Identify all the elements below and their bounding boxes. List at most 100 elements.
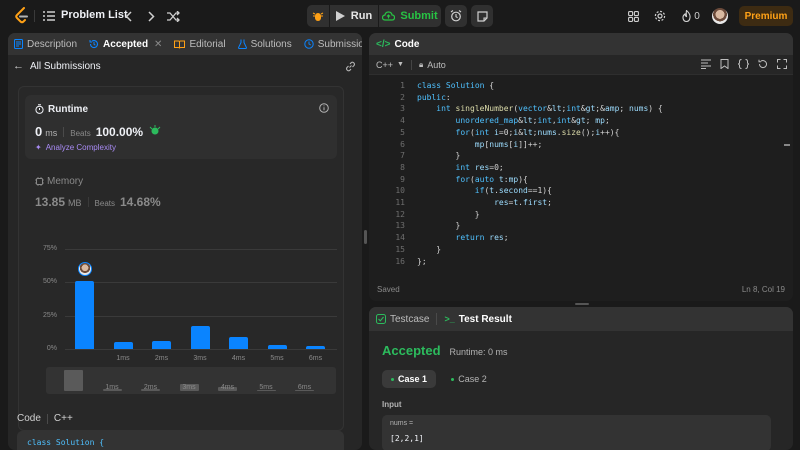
runtime-card[interactable]: Runtime 0 ms Beats 100.00% ✦ Analyze Com…: [25, 95, 337, 159]
x-tick-label: 5ms: [270, 355, 284, 362]
distribution-bar[interactable]: [75, 281, 94, 349]
memory-value: 13.85: [35, 195, 66, 209]
distribution-bar[interactable]: [190, 326, 210, 349]
code-line[interactable]: 15 }: [369, 245, 441, 257]
gear-icon[interactable]: [653, 9, 667, 23]
language-select[interactable]: C++ ▼: [376, 60, 404, 70]
case-1-button[interactable]: Case 1: [382, 370, 436, 388]
close-icon[interactable]: ✕: [154, 39, 162, 50]
code-line[interactable]: 2 public:: [369, 93, 451, 105]
result-tab-bar: Testcase >_ Test Result: [369, 307, 793, 331]
tab-description[interactable]: Description: [8, 39, 83, 50]
avatar[interactable]: [712, 8, 728, 24]
layout-grid-icon[interactable]: [627, 10, 639, 22]
bookmark-icon[interactable]: [720, 59, 729, 69]
mini-tick-label: 3ms: [182, 384, 196, 391]
flame-icon: [682, 10, 691, 22]
chevron-right-icon[interactable]: [145, 9, 157, 23]
tab-solutions[interactable]: Solutions: [232, 39, 298, 50]
run-button[interactable]: Run: [330, 5, 378, 27]
tab-label: Description: [27, 38, 78, 50]
code-line[interactable]: 8 int res=0;: [369, 163, 504, 175]
tab-test-result[interactable]: >_ Test Result: [444, 314, 511, 325]
code-text: if(t.second==1){: [474, 186, 552, 196]
code-line[interactable]: 9 for(auto t:mp){: [369, 175, 528, 187]
info-icon[interactable]: [319, 103, 329, 113]
premium-button[interactable]: Premium: [739, 6, 793, 26]
code-brackets-icon: </>: [376, 38, 391, 50]
code-text: }: [417, 244, 442, 254]
mode-label[interactable]: Auto: [427, 60, 446, 70]
top-bar: Problem List Run Submit 0 Premium: [0, 0, 800, 32]
code-line[interactable]: 6 mp[nums[i]]++;: [369, 140, 542, 152]
code-preview-box[interactable]: class Solution {: [17, 431, 344, 450]
distribution-bar[interactable]: [267, 345, 287, 349]
tab-editorial[interactable]: Editorial: [168, 39, 231, 50]
braces-icon[interactable]: [738, 59, 749, 69]
scrollbar-marker[interactable]: [784, 144, 790, 146]
tab-testcase[interactable]: Testcase: [376, 314, 429, 325]
distribution-bar[interactable]: [229, 337, 248, 349]
code-section-header: Code C++: [17, 413, 73, 424]
distribution-bar[interactable]: [113, 342, 133, 349]
beats-label: Beats: [94, 199, 115, 208]
runtime-values: 0 ms Beats 100.00%: [35, 124, 161, 139]
all-submissions-link[interactable]: All Submissions: [30, 61, 101, 72]
pass-dot-icon: [451, 377, 455, 381]
reset-icon[interactable]: [758, 59, 768, 69]
horizontal-resize-handle[interactable]: [575, 303, 589, 305]
code-line[interactable]: 14 return res;: [369, 233, 508, 245]
code-text: }: [417, 209, 480, 219]
distribution-bar[interactable]: [152, 341, 171, 349]
note-icon: [476, 10, 488, 22]
code-line[interactable]: 12 }: [369, 209, 480, 222]
leetcode-logo[interactable]: [14, 7, 30, 25]
distribution-bar[interactable]: [306, 346, 325, 349]
analyze-complexity-link[interactable]: ✦ Analyze Complexity: [35, 143, 116, 152]
code-line[interactable]: 10 if(t.second==1){: [369, 186, 552, 198]
list-icon[interactable]: [42, 9, 56, 23]
mini-bar: [64, 370, 83, 391]
x-tick-label: 3ms: [193, 355, 207, 362]
chevron-left-icon[interactable]: [122, 9, 134, 23]
vertical-resize-handle[interactable]: [364, 230, 367, 244]
party-icon: [149, 125, 161, 135]
format-icon[interactable]: [701, 59, 711, 69]
debug-button[interactable]: [307, 5, 329, 27]
memory-card[interactable]: Memory 13.85 MB Beats 14.68%: [25, 173, 337, 209]
beats-value: 100.00%: [95, 125, 144, 139]
code-text: class Solution {: [417, 81, 495, 90]
param-name: nums =: [390, 420, 414, 427]
code-editor[interactable]: 1 class Solution {2 public: 3 int singleNum…: [369, 81, 779, 271]
runtime-distribution-chart[interactable]: 75% 50% 25% 0% 1ms 2ms 3ms 4ms 5ms 6ms: [19, 237, 345, 365]
value-divider: [63, 126, 65, 137]
terminal-icon: >_: [444, 314, 455, 324]
submit-label: Submit: [400, 10, 438, 22]
code-line[interactable]: 1 class Solution {: [369, 81, 494, 93]
editor-toolbar: C++ ▼ 🔒︎ Auto: [369, 55, 793, 75]
streak-counter[interactable]: 0: [680, 9, 702, 23]
fullscreen-icon[interactable]: [777, 59, 787, 69]
code-header: </> Code: [369, 33, 793, 55]
code-line[interactable]: 13 }: [369, 221, 460, 233]
code-line[interactable]: 11 res=t.first;: [369, 198, 552, 210]
submit-button[interactable]: Submit: [379, 5, 441, 27]
x-tick-label: 1ms: [116, 355, 130, 362]
code-line[interactable]: 16};: [369, 257, 426, 269]
link-icon[interactable]: [345, 61, 356, 72]
code-line[interactable]: 5 for(int i=0;i&lt;nums.size();i++){: [369, 128, 619, 140]
timer-button[interactable]: [445, 5, 467, 27]
code-line[interactable]: 7 }: [369, 151, 460, 163]
tab-label: Solutions: [250, 38, 292, 50]
back-arrow-icon[interactable]: ←: [13, 60, 24, 72]
case-2-button[interactable]: Case 2: [444, 370, 494, 388]
notes-button[interactable]: [471, 5, 493, 27]
line-number: 10: [395, 186, 405, 196]
range-slider[interactable]: 1ms 2ms 3ms 4ms 5ms 6ms: [46, 367, 336, 394]
code-line[interactable]: 4 unordered_map&lt;int,int&gt; mp;: [369, 116, 610, 128]
tab-accepted[interactable]: Accepted ✕: [83, 39, 168, 50]
problem-list-link[interactable]: Problem List: [61, 9, 128, 21]
shuffle-icon[interactable]: [166, 9, 180, 23]
tab-submissions[interactable]: Submissions: [298, 39, 362, 50]
code-line[interactable]: 3 int singleNumber(vector&lt;int&gt;&amp…: [369, 104, 663, 116]
